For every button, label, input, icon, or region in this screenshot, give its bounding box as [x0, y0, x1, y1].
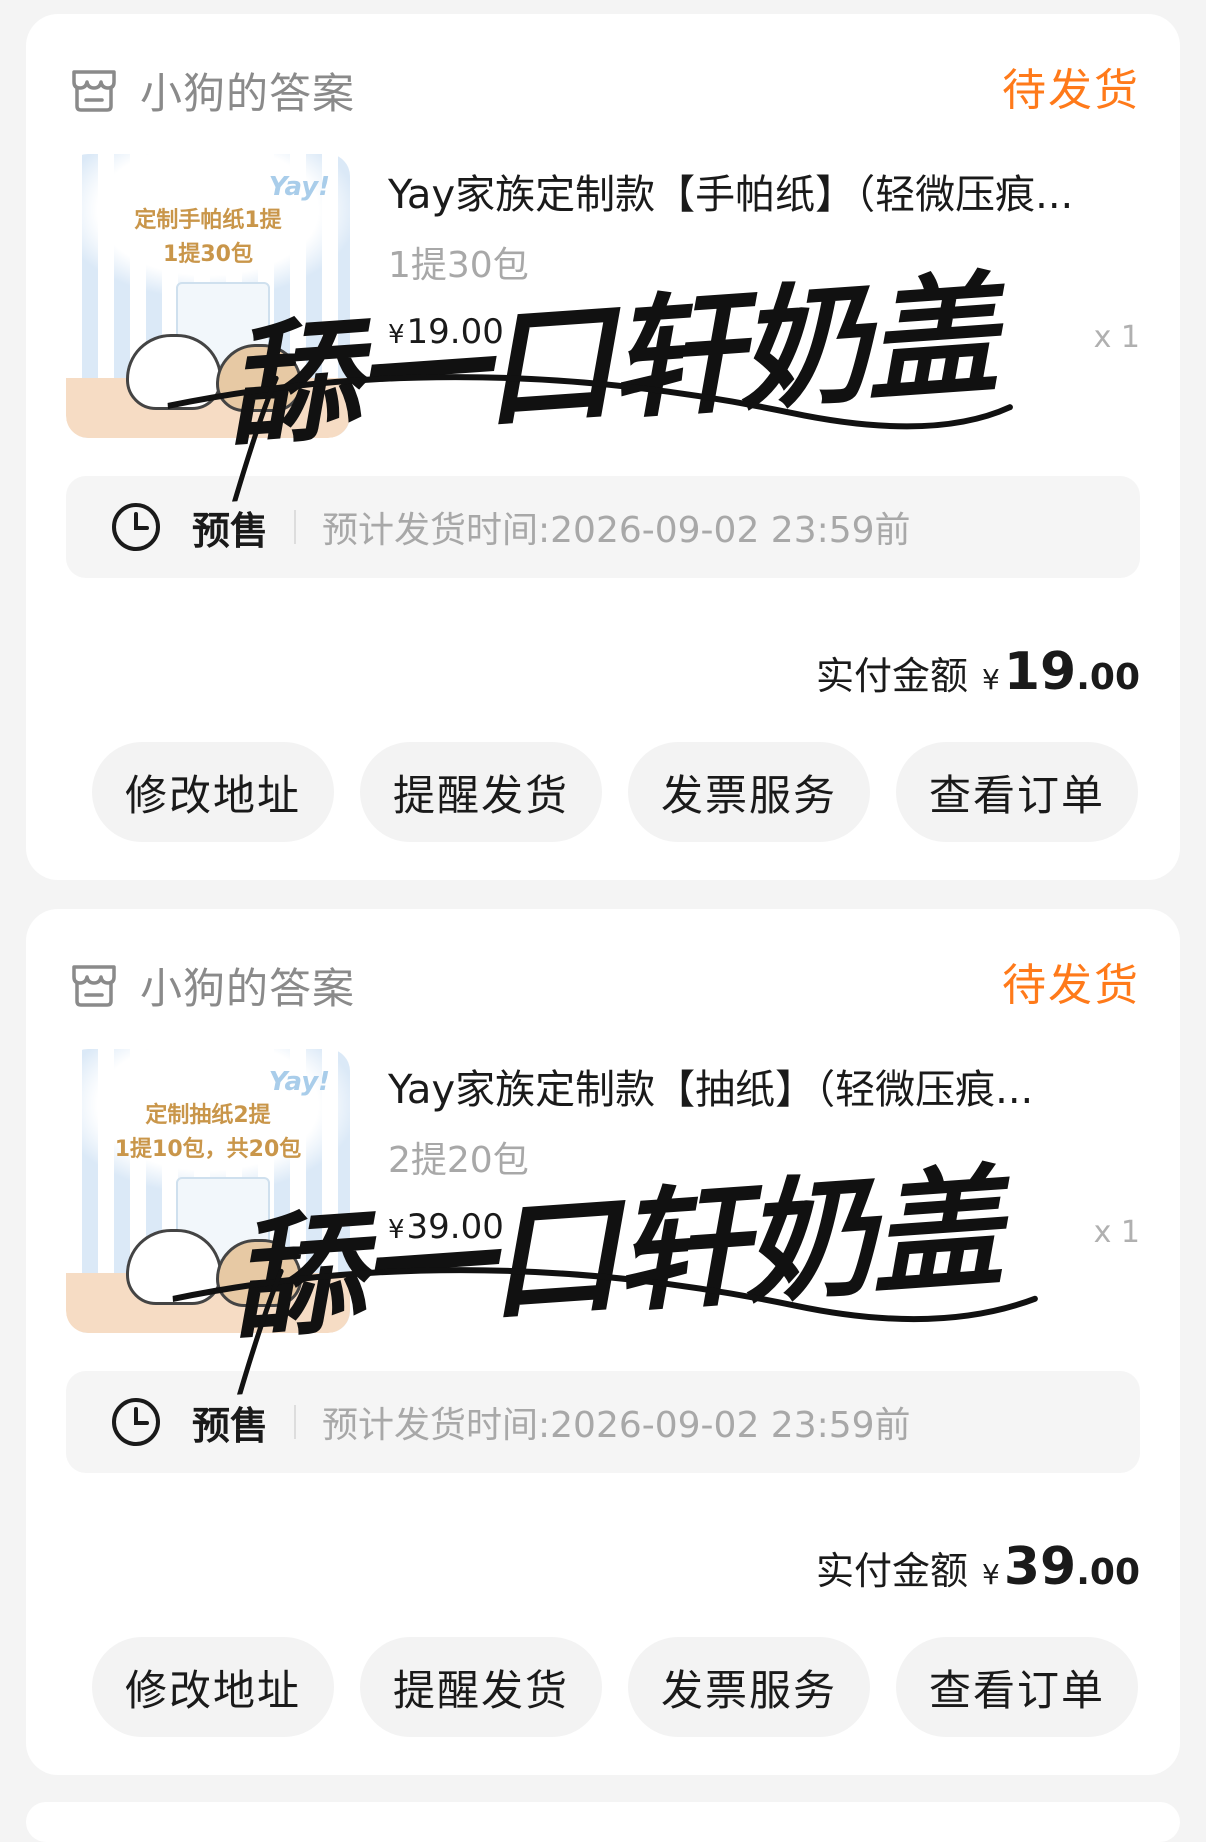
order-card[interactable]: 小狗的答案 待发货 Yay! 定制抽纸2提 1提10包，共20包 Yay家族定制… [26, 909, 1180, 1775]
view-order-button[interactable]: 查看订单 [896, 742, 1138, 842]
divider [294, 1405, 297, 1439]
currency-symbol: ¥ [388, 1215, 405, 1245]
order-status: 待发货 [1002, 960, 1140, 1011]
product-thumbnail[interactable]: Yay! 定制抽纸2提 1提10包，共20包 [66, 1049, 350, 1333]
white-dog-mascot [126, 334, 222, 410]
thumb-brand: Yay! [268, 1067, 330, 1097]
shop-row[interactable]: 小狗的答案 [66, 955, 355, 1015]
order-actions: 修改地址 提醒发货 发票服务 查看订单 [92, 742, 1138, 842]
paid-label: 实付金额 [816, 1549, 969, 1593]
product-title[interactable]: Yay家族定制款【手帕纸】（轻微压痕... [388, 162, 1148, 220]
paid-decimal: .00 [1076, 657, 1140, 698]
shop-name[interactable]: 小狗的答案 [140, 60, 355, 121]
paid-amount: 实付金额 ¥ 39 .00 [816, 1537, 1140, 1597]
thumb-text-2: 1提30包 [163, 242, 253, 267]
paid-integer: 39 [1003, 1537, 1077, 1597]
invoice-service-button[interactable]: 发票服务 [628, 742, 870, 842]
price-value: 39.00 [406, 1207, 504, 1247]
clock-icon [112, 503, 160, 551]
order-actions: 修改地址 提醒发货 发票服务 查看订单 [92, 1637, 1138, 1737]
paid-integer: 19 [1003, 642, 1077, 702]
product-thumbnail[interactable]: Yay! 定制手帕纸1提 1提30包 [66, 154, 350, 438]
divider [294, 510, 297, 544]
paid-currency: ¥ [982, 1558, 1000, 1591]
clock-icon [112, 1398, 160, 1446]
shop-name[interactable]: 小狗的答案 [140, 955, 355, 1016]
thumb-text-1: 定制抽纸2提 [145, 1103, 271, 1128]
product-price: ¥39.00 [388, 1207, 504, 1247]
presale-banner: 预售 预计发货时间:2026-09-02 23:59前 [66, 476, 1140, 578]
presale-tag: 预售 [192, 1403, 269, 1448]
presale-banner: 预售 预计发货时间:2026-09-02 23:59前 [66, 1371, 1140, 1473]
product-quantity: x 1 [1093, 1215, 1140, 1250]
presale-tag: 预售 [192, 508, 269, 553]
view-order-button[interactable]: 查看订单 [896, 1637, 1138, 1737]
order-status: 待发货 [1002, 65, 1140, 116]
order-card[interactable]: 小狗的答案 待发货 Yay! 定制手帕纸1提 1提30包 Yay家族定制款【手帕… [26, 14, 1180, 880]
remind-shipping-button[interactable]: 提醒发货 [360, 1637, 602, 1737]
shop-row[interactable]: 小狗的答案 [66, 60, 355, 120]
paid-label: 实付金额 [816, 654, 969, 698]
brown-bear-mascot [216, 344, 302, 412]
store-icon [72, 70, 116, 112]
product-spec: 2提20包 [388, 1140, 529, 1181]
modify-address-button[interactable]: 修改地址 [92, 1637, 334, 1737]
product-title[interactable]: Yay家族定制款【抽纸】（轻微压痕... [388, 1057, 1148, 1115]
product-price: ¥19.00 [388, 312, 504, 352]
paid-decimal: .00 [1076, 1552, 1140, 1593]
paid-amount: 实付金额 ¥ 19 .00 [816, 642, 1140, 702]
paid-currency: ¥ [982, 663, 1000, 696]
brown-bear-mascot [216, 1239, 302, 1307]
product-quantity: x 1 [1093, 320, 1140, 355]
remind-shipping-button[interactable]: 提醒发货 [360, 742, 602, 842]
invoice-service-button[interactable]: 发票服务 [628, 1637, 870, 1737]
price-value: 19.00 [406, 312, 504, 352]
thumb-text-1: 定制手帕纸1提 [134, 208, 282, 233]
thumb-brand: Yay! [268, 172, 330, 202]
store-icon [72, 965, 116, 1007]
thumb-text-2: 1提10包，共20包 [114, 1137, 302, 1162]
estimated-ship-time: 预计发货时间:2026-09-02 23:59前 [322, 510, 911, 551]
estimated-ship-time: 预计发货时间:2026-09-02 23:59前 [322, 1405, 911, 1446]
product-spec: 1提30包 [388, 245, 529, 286]
modify-address-button[interactable]: 修改地址 [92, 742, 334, 842]
order-card-partial [26, 1802, 1180, 1842]
currency-symbol: ¥ [388, 320, 405, 350]
white-dog-mascot [126, 1229, 222, 1305]
